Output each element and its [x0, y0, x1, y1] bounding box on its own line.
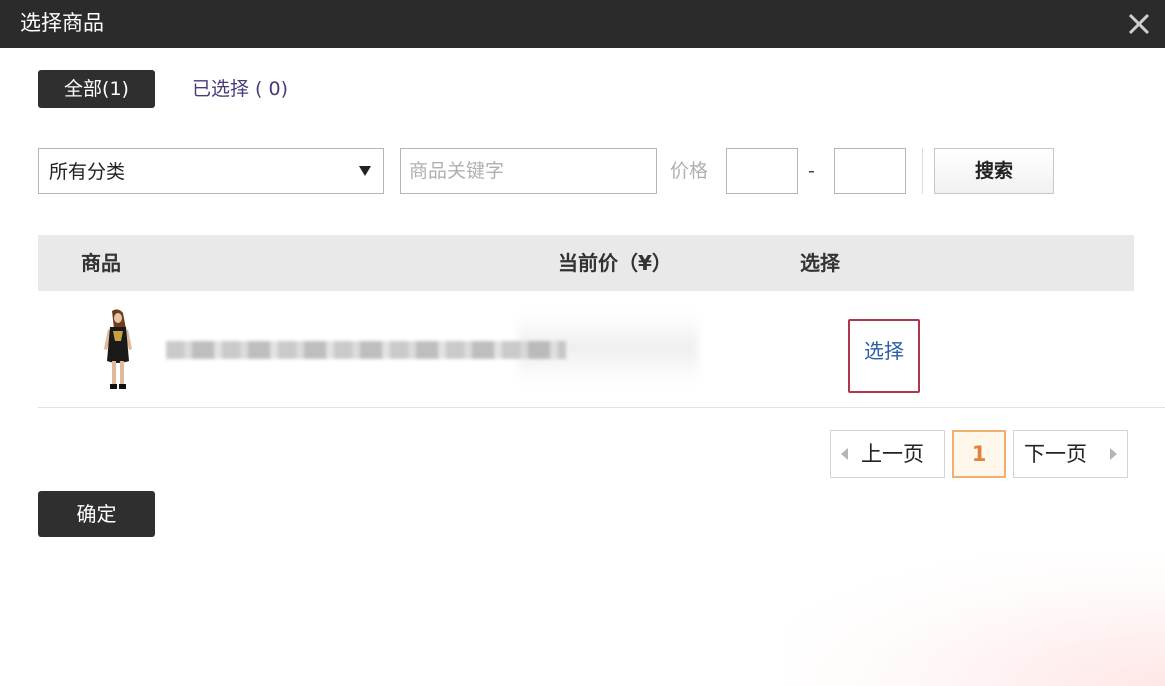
page-number-current[interactable]: 1	[952, 430, 1006, 478]
triangle-right-icon	[1110, 448, 1117, 460]
tab-all[interactable]: 全部(1)	[38, 70, 155, 108]
prev-page-button[interactable]: 上一页	[830, 430, 945, 478]
category-select-value: 所有分类	[49, 161, 126, 183]
background-glow	[785, 555, 1165, 686]
table-row: 选择	[38, 291, 1165, 408]
table-header: 商品 当前价（¥） 选择	[38, 235, 1134, 291]
triangle-left-icon	[841, 448, 848, 460]
next-page-button[interactable]: 下一页	[1013, 430, 1128, 478]
tab-selected[interactable]: 已选择 ( 0)	[192, 70, 288, 108]
next-page-label: 下一页	[1024, 442, 1087, 466]
price-min-input[interactable]	[726, 148, 798, 194]
search-button[interactable]: 搜索	[934, 148, 1054, 194]
toolbar-divider	[922, 148, 923, 194]
category-select[interactable]: 所有分类	[38, 148, 384, 194]
price-max-input[interactable]	[834, 148, 906, 194]
keyword-input[interactable]	[400, 148, 657, 194]
select-product-dialog: 选择商品 全部(1) 已选择 ( 0) 所有分类 价格 - 搜索 商品 当前价（…	[0, 0, 1165, 686]
product-thumbnail	[96, 309, 140, 391]
close-icon[interactable]	[1123, 8, 1155, 40]
dialog-titlebar: 选择商品	[0, 0, 1165, 48]
dialog-title: 选择商品	[20, 11, 104, 35]
header-product: 商品	[81, 251, 121, 275]
select-product-button[interactable]: 选择	[848, 319, 920, 393]
price-separator: -	[808, 160, 815, 182]
price-label: 价格	[670, 160, 709, 182]
header-current-price: 当前价（¥）	[558, 251, 672, 275]
header-select: 选择	[800, 251, 840, 275]
confirm-button[interactable]: 确定	[38, 491, 155, 537]
product-name	[166, 338, 566, 362]
triangle-down-icon	[359, 166, 371, 176]
prev-page-label: 上一页	[861, 442, 924, 466]
